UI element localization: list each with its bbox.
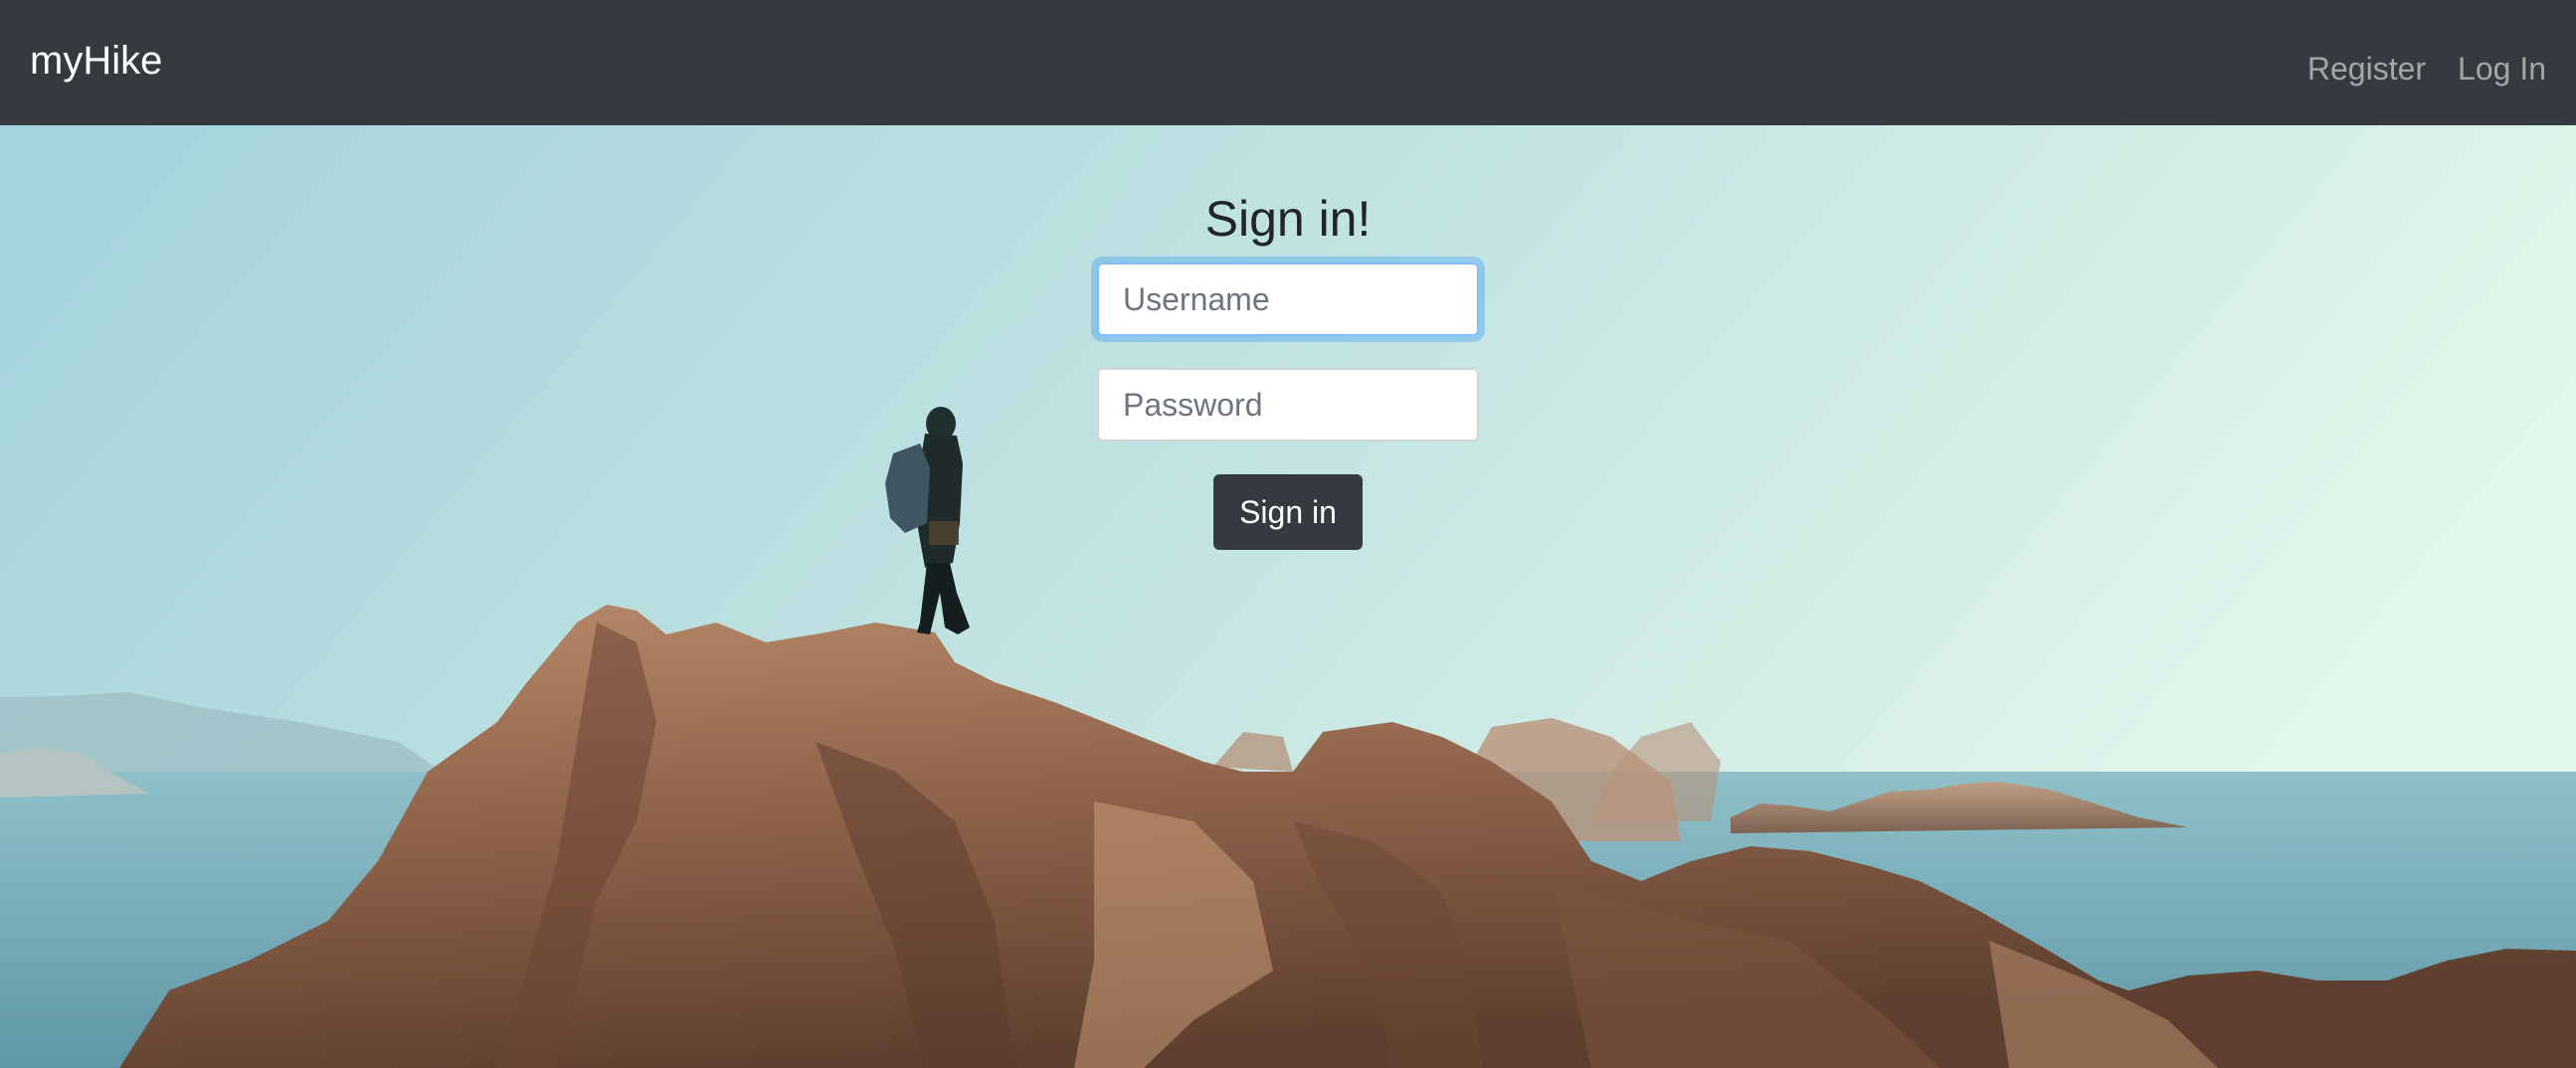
- top-navbar: myHike Register Log In: [0, 0, 2576, 125]
- sign-in-button[interactable]: Sign in: [1213, 474, 1363, 550]
- form-title: Sign in!: [1204, 191, 1372, 247]
- password-input[interactable]: [1097, 368, 1479, 442]
- brand-logo[interactable]: myHike: [30, 39, 162, 84]
- login-form: Sign in! Sign in: [1097, 189, 1479, 550]
- nav-links: Register Log In: [2307, 51, 2546, 88]
- username-input[interactable]: [1097, 263, 1479, 336]
- register-link[interactable]: Register: [2307, 51, 2426, 88]
- login-link[interactable]: Log In: [2458, 51, 2546, 88]
